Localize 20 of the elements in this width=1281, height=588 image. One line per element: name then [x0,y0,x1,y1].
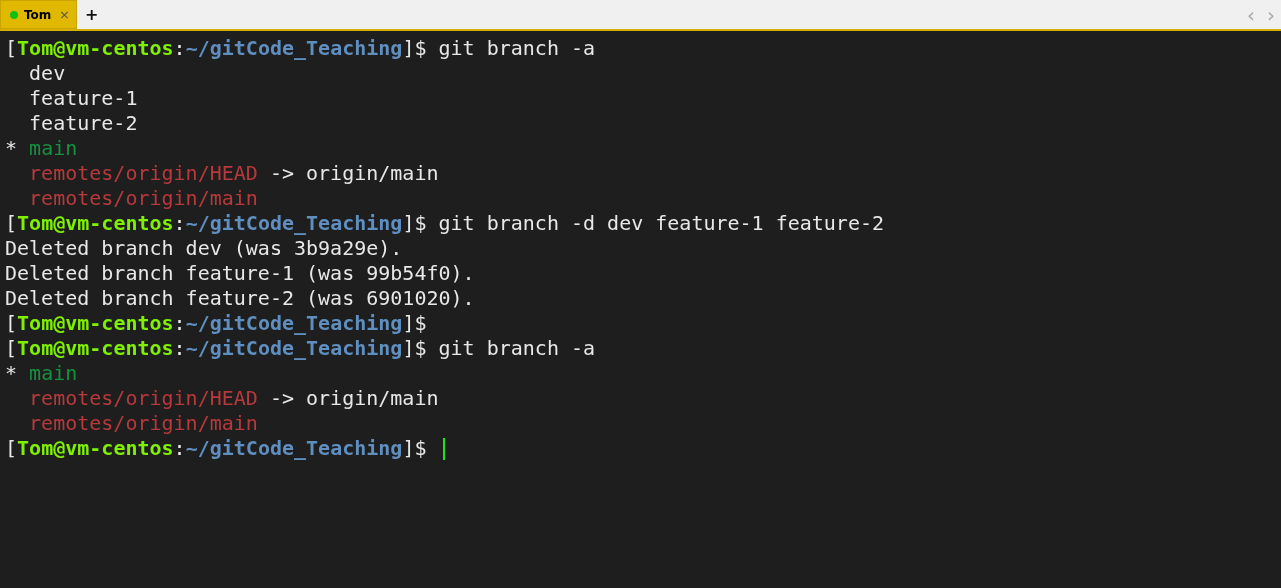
terminal-line: remotes/origin/main [28,411,258,436]
close-icon[interactable]: × [59,7,70,22]
terminal-line: feature-2 [28,111,138,136]
terminal-line: * main [5,361,78,386]
terminal-line: remotes/origin/HEAD -> origin/main [28,386,439,411]
terminal-line: remotes/origin/main [28,186,258,211]
terminal-line: feature-1 [28,86,138,111]
terminal-line: Deleted branch dev (was 3b9a29e). [5,236,403,261]
session-tab[interactable]: Tom × [0,0,77,29]
terminal-line: remotes/origin/HEAD -> origin/main [28,161,439,186]
terminal-line: dev [28,61,66,86]
new-tab-button[interactable]: + [77,0,107,29]
terminal-line: [Tom@vm-centos:~/gitCode_Teaching]$ [5,311,427,336]
terminal-line: Deleted branch feature-1 (was 99b54f0). [5,261,475,286]
terminal-line: Deleted branch feature-2 (was 6901020). [5,286,475,311]
terminal-line: [Tom@vm-centos:~/gitCode_Teaching]$ [5,436,428,461]
terminal-line: * main [5,136,78,161]
terminal-line: [Tom@vm-centos:~/gitCode_Teaching]$ git branch -a [5,36,596,61]
terminal-line: [Tom@vm-centos:~/gitCode_Teaching]$ git branch -d dev feature-1 feature-2 [5,211,885,236]
terminal-line: [Tom@vm-centos:~/gitCode_Teaching]$ git branch -a [5,336,596,361]
